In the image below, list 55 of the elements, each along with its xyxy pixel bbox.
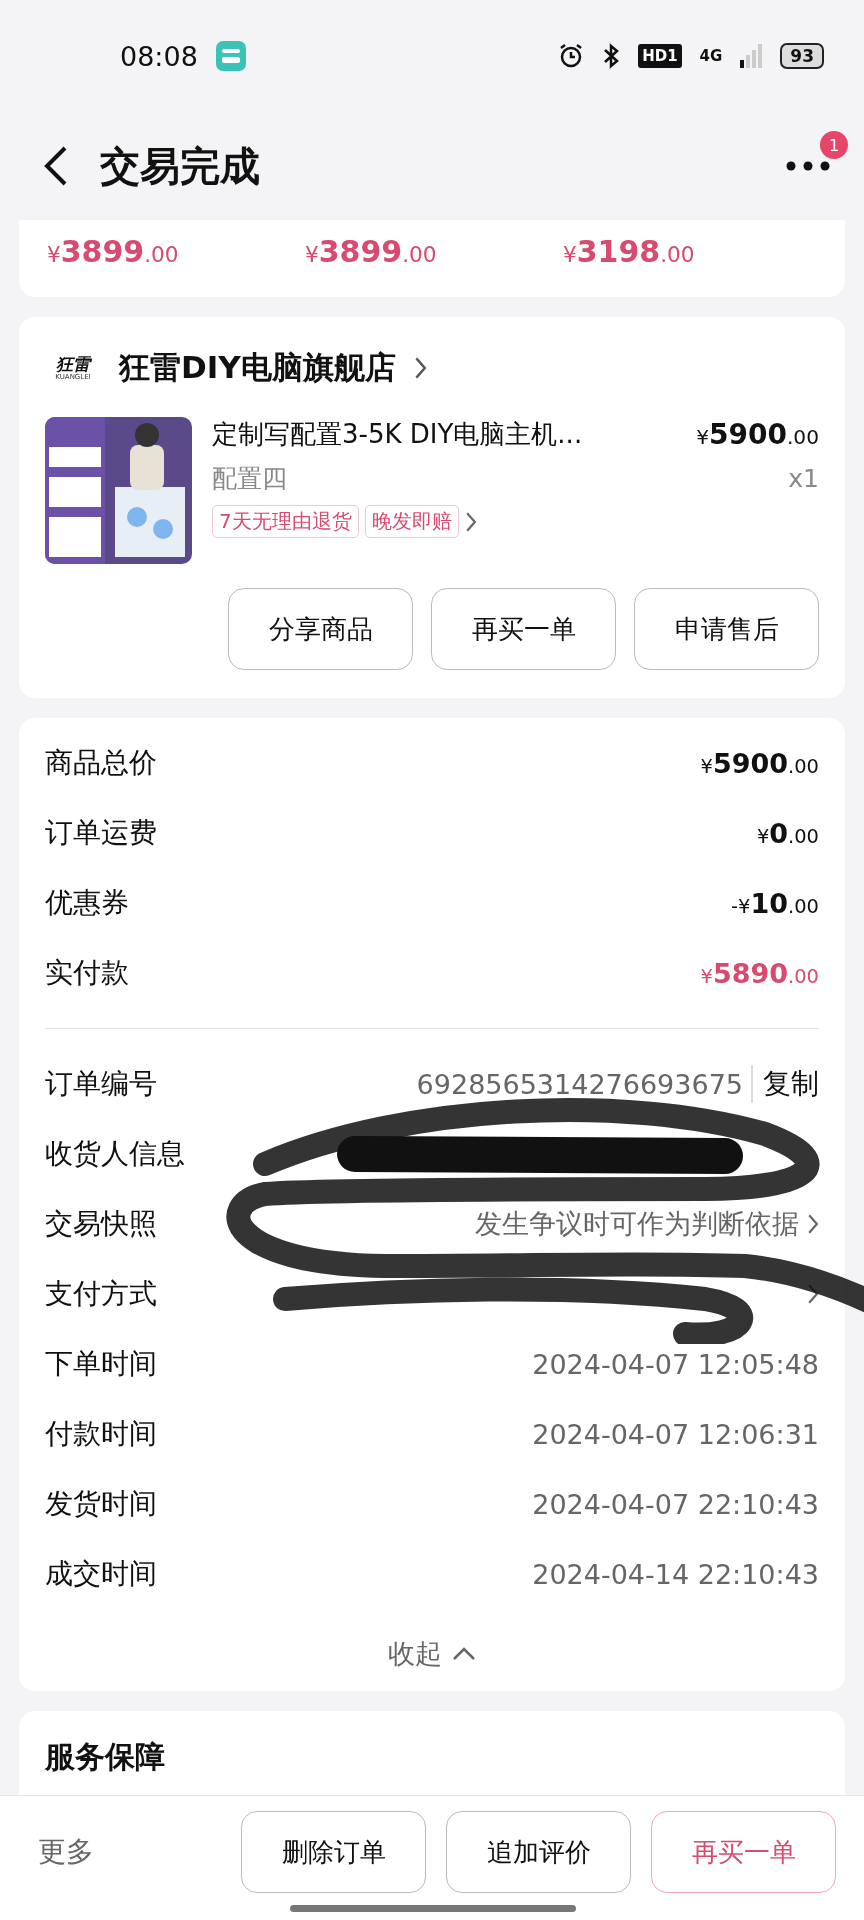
summary-label: 实付款: [45, 955, 129, 991]
detail-label: 下单时间: [45, 1346, 157, 1382]
hd-badge: HD1: [638, 44, 682, 68]
section-title: 服务保障: [45, 1739, 165, 1774]
store-name[interactable]: 狂雷DIY电脑旗舰店: [119, 347, 396, 389]
bottom-action-button[interactable]: 再买一单: [651, 1811, 836, 1893]
price: ¥5900.00: [700, 747, 819, 779]
app-icon: [215, 41, 246, 71]
order-action-button[interactable]: 再买一单: [431, 588, 616, 670]
notification-badge: 1: [820, 131, 848, 159]
detail-label: 收货人信息: [45, 1136, 185, 1172]
detail-value: 2024-04-07 22:10:43: [532, 1488, 819, 1520]
bottom-action-button[interactable]: 删除订单: [241, 1811, 426, 1893]
summary-label: 优惠券: [45, 885, 129, 921]
service-tag: 晚发即赔: [364, 505, 459, 538]
price: ¥3899.00: [47, 234, 180, 269]
order-action-button[interactable]: 申请售后: [634, 588, 819, 670]
network-label: 4G: [699, 47, 723, 65]
chevron-right-icon: [806, 1213, 819, 1235]
order-action-button[interactable]: 分享商品: [228, 588, 413, 670]
detail-label: 发货时间: [45, 1486, 157, 1522]
more-link[interactable]: 更多: [38, 1833, 94, 1871]
detail-value: 2024-04-07 12:05:48: [532, 1348, 819, 1380]
detail-value: 2024-04-07 12:06:31: [532, 1418, 819, 1450]
detail-label: 支付方式: [45, 1276, 157, 1312]
chevron-up-icon: [452, 1647, 476, 1661]
price: ¥5900.00: [696, 418, 819, 451]
price: ¥3198.00: [563, 234, 696, 269]
order-number: 6928565314276693675: [416, 1068, 743, 1100]
bluetooth-icon: [602, 43, 621, 69]
price: ¥5890.00: [700, 957, 819, 989]
price: ¥3899.00: [305, 234, 438, 269]
detail-label: 成交时间: [45, 1556, 157, 1592]
status-time: 08:08: [120, 40, 198, 72]
price: ¥0.00: [756, 817, 819, 849]
service-tag: 7天无理由退货: [212, 505, 359, 538]
price: -¥10.00: [731, 887, 819, 919]
quantity: x1: [788, 464, 819, 493]
detail-label: 交易快照: [45, 1206, 157, 1242]
chevron-right-icon: [413, 356, 427, 380]
detail-value: 2024-04-14 22:10:43: [532, 1558, 819, 1590]
signal-icon: [740, 44, 763, 68]
battery-level: 93: [780, 43, 824, 69]
detail-label: 付款时间: [45, 1416, 157, 1452]
detail-value: 发生争议时可作为判断依据: [474, 1207, 799, 1241]
detail-label: 订单编号: [45, 1066, 157, 1102]
product-title[interactable]: 定制写配置3-5K DIY电脑主机...: [212, 417, 583, 452]
copy-button[interactable]: 复制: [751, 1065, 819, 1103]
product-variant: 配置四: [212, 463, 287, 495]
chevron-right-icon: [464, 510, 477, 533]
page-title: 交易完成: [100, 141, 260, 191]
summary-label: 商品总价: [45, 745, 157, 781]
collapse-button[interactable]: 收起: [382, 1635, 482, 1673]
summary-label: 订单运费: [45, 815, 157, 851]
bottom-action-button[interactable]: 追加评价: [446, 1811, 631, 1893]
